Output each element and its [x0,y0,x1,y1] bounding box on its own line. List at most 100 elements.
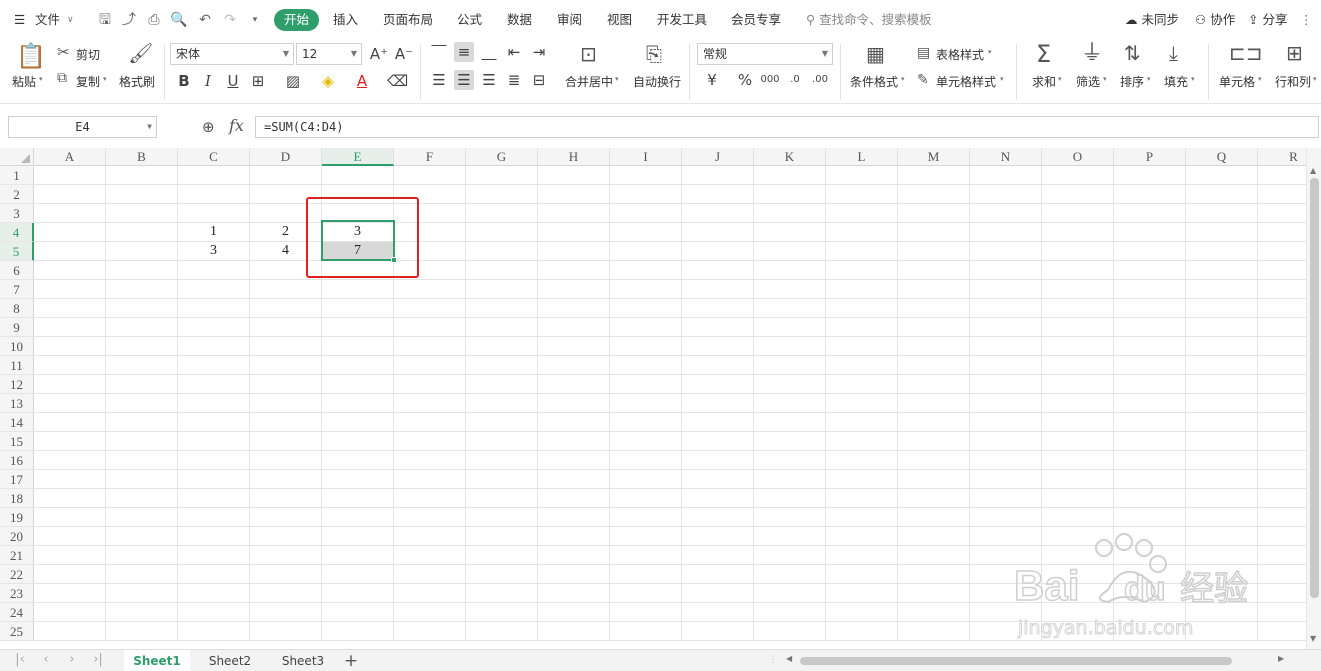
scroll-down-icon[interactable]: ▼ [1310,634,1316,643]
hamburger-icon[interactable]: ☰ [14,10,25,30]
cell-f18[interactable] [394,489,466,508]
cell-i16[interactable] [610,451,682,470]
cell-e19[interactable] [322,508,394,527]
scroll-thumb[interactable] [800,657,1232,665]
cell-k16[interactable] [754,451,826,470]
cell-h11[interactable] [538,356,610,375]
scroll-thumb[interactable] [1310,178,1319,598]
cell-o1[interactable] [1042,166,1114,185]
cell-f7[interactable] [394,280,466,299]
cell-q9[interactable] [1186,318,1258,337]
cell-r15[interactable] [1258,432,1306,451]
cell-e21[interactable] [322,546,394,565]
align-right-icon[interactable]: ☰ [479,70,499,90]
cell-i8[interactable] [610,299,682,318]
row-header-11[interactable]: 11 [0,356,34,375]
row-header-5[interactable]: 5 [0,242,34,261]
cell-e22[interactable] [322,565,394,584]
cell-i4[interactable] [610,223,682,242]
cell-g10[interactable] [466,337,538,356]
cell-n6[interactable] [970,261,1042,280]
cell-c21[interactable] [178,546,250,565]
cell-h24[interactable] [538,603,610,622]
cell-l22[interactable] [826,565,898,584]
cell-c16[interactable] [178,451,250,470]
cell-m11[interactable] [898,356,970,375]
cell-h12[interactable] [538,375,610,394]
cell-m14[interactable] [898,413,970,432]
font-name-select[interactable]: 宋体 ▼ [170,43,294,65]
cell-b24[interactable] [106,603,178,622]
cell-f3[interactable] [394,204,466,223]
cell-c13[interactable] [178,394,250,413]
cell-m18[interactable] [898,489,970,508]
cell-o4[interactable] [1042,223,1114,242]
cell-o13[interactable] [1042,394,1114,413]
cell-r21[interactable] [1258,546,1306,565]
cell-d16[interactable] [250,451,322,470]
cell-n22[interactable] [970,565,1042,584]
cell-d13[interactable] [250,394,322,413]
print-preview-icon[interactable]: 🔍 [170,11,188,29]
bold-icon[interactable]: B [174,71,194,91]
tab-start[interactable]: 开始 [274,9,319,31]
cell-d11[interactable] [250,356,322,375]
cell-q22[interactable] [1186,565,1258,584]
cell-c17[interactable] [178,470,250,489]
cell-p22[interactable] [1114,565,1186,584]
cell-a17[interactable] [34,470,106,489]
tab-review[interactable]: 审阅 [557,10,582,30]
row-header-12[interactable]: 12 [0,375,34,394]
cell-b14[interactable] [106,413,178,432]
cell-a25[interactable] [34,622,106,641]
cell-q3[interactable] [1186,204,1258,223]
cell-c19[interactable] [178,508,250,527]
cell-i3[interactable] [610,204,682,223]
zoom-icon[interactable]: ⊕ [202,118,215,136]
cell-k18[interactable] [754,489,826,508]
cell-j3[interactable] [682,204,754,223]
cell-j17[interactable] [682,470,754,489]
cell-g7[interactable] [466,280,538,299]
cell-p1[interactable] [1114,166,1186,185]
cell-l25[interactable] [826,622,898,641]
cell-n4[interactable] [970,223,1042,242]
cell-a5[interactable] [34,242,106,261]
cell-b11[interactable] [106,356,178,375]
cell-k6[interactable] [754,261,826,280]
cell-r5[interactable] [1258,242,1306,261]
cell-j5[interactable] [682,242,754,261]
cell-b4[interactable] [106,223,178,242]
cell-o18[interactable] [1042,489,1114,508]
cell-l20[interactable] [826,527,898,546]
cell-l19[interactable] [826,508,898,527]
cell-k17[interactable] [754,470,826,489]
cell-n13[interactable] [970,394,1042,413]
cell-d6[interactable] [250,261,322,280]
cell-b16[interactable] [106,451,178,470]
cell-m20[interactable] [898,527,970,546]
undo-icon[interactable]: ↶ [196,11,214,29]
cell-g13[interactable] [466,394,538,413]
cell-c12[interactable] [178,375,250,394]
cell-f17[interactable] [394,470,466,489]
cell-b10[interactable] [106,337,178,356]
cell-g5[interactable] [466,242,538,261]
cell-r14[interactable] [1258,413,1306,432]
indent-icon[interactable]: ⇥ [529,42,549,62]
cell-n8[interactable] [970,299,1042,318]
cell-j18[interactable] [682,489,754,508]
cell-e16[interactable] [322,451,394,470]
cell-o19[interactable] [1042,508,1114,527]
cell-o2[interactable] [1042,185,1114,204]
cell-g25[interactable] [466,622,538,641]
cell-l18[interactable] [826,489,898,508]
cell-f13[interactable] [394,394,466,413]
column-header-p[interactable]: P [1114,148,1186,166]
cell-f21[interactable] [394,546,466,565]
cell-b1[interactable] [106,166,178,185]
cell-m5[interactable] [898,242,970,261]
cell-b20[interactable] [106,527,178,546]
cell-p3[interactable] [1114,204,1186,223]
cell-h3[interactable] [538,204,610,223]
